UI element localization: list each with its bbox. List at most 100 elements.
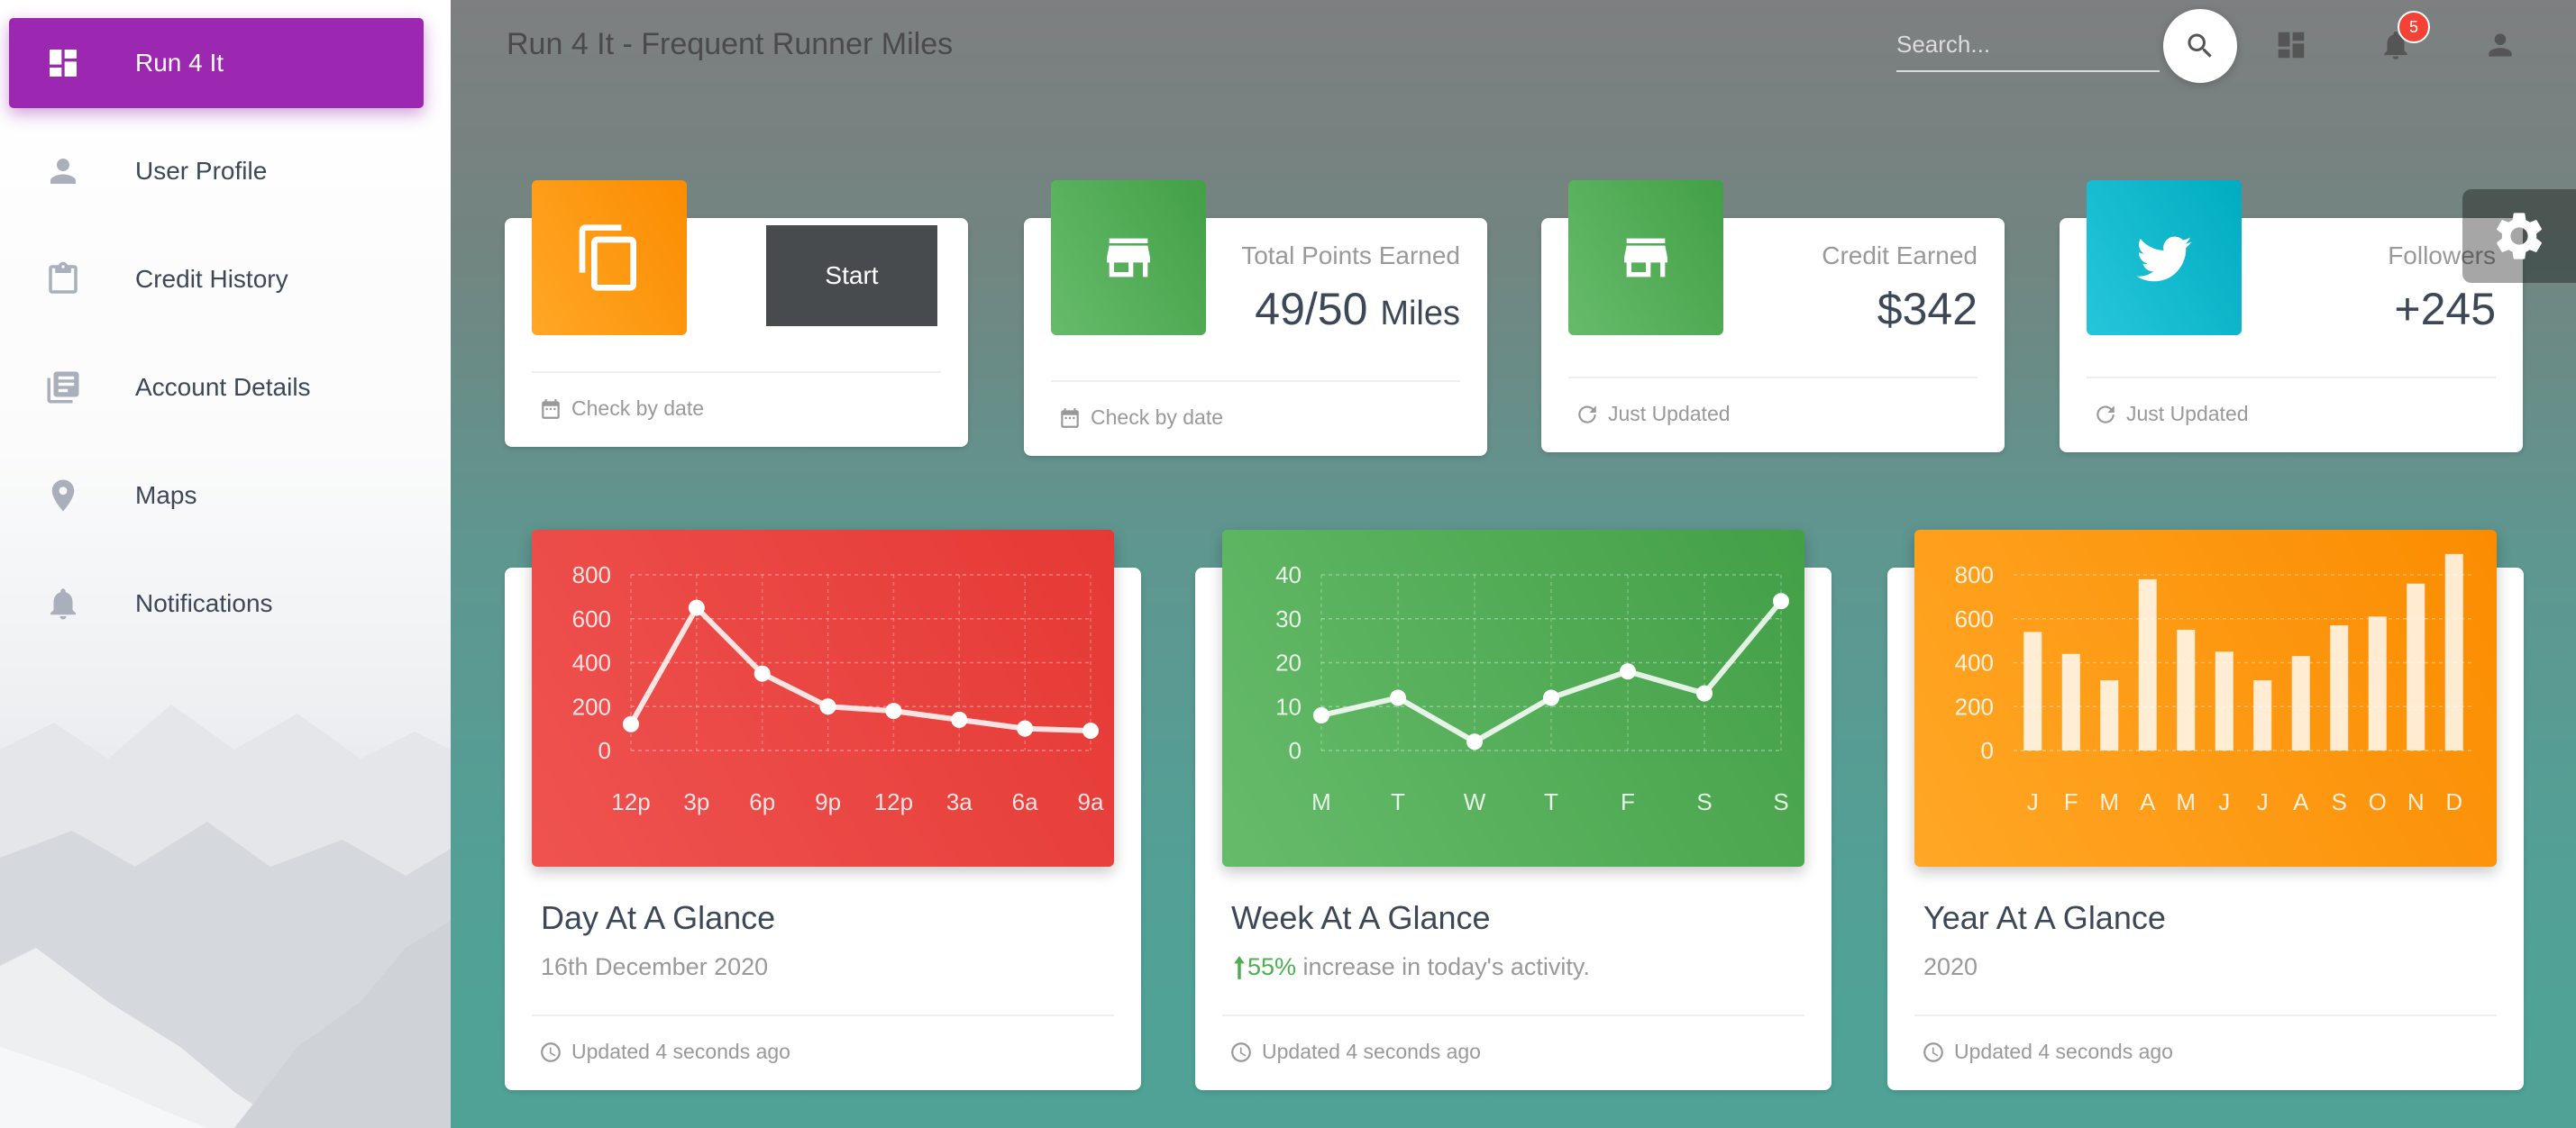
clipboard-icon bbox=[41, 258, 85, 301]
calendar-icon bbox=[542, 398, 560, 419]
data-point bbox=[1082, 723, 1099, 740]
bar bbox=[2253, 680, 2272, 750]
copy-icon bbox=[579, 224, 636, 291]
stat-footer: Just Updated bbox=[1576, 402, 1731, 426]
stat-footer-text: Just Updated bbox=[2126, 402, 2249, 425]
stat-icon-box bbox=[1051, 180, 1206, 335]
stat-category: Credit Earned bbox=[1822, 241, 1978, 269]
bar bbox=[2407, 583, 2425, 750]
clock-icon bbox=[1923, 1042, 1943, 1062]
notifications-button[interactable]: 5 bbox=[2374, 11, 2430, 67]
sidebar-item-label: Notifications bbox=[135, 589, 273, 617]
stat-card-credit: Credit Earned $342 Just Updated bbox=[1541, 180, 2005, 452]
stat-footer: Check by date bbox=[539, 396, 704, 421]
divider bbox=[1051, 380, 1460, 382]
location-pin-icon bbox=[41, 474, 85, 517]
clock-icon bbox=[541, 1042, 561, 1062]
x-tick-label: W bbox=[1464, 788, 1486, 815]
x-tick-label: S bbox=[2332, 788, 2347, 815]
stat-value: $342 bbox=[1877, 284, 1978, 334]
chart-header: 0 200 400 600 800 J F M A M J J A S O N D bbox=[1914, 530, 2497, 867]
y-tick-label: 200 bbox=[572, 693, 611, 720]
data-point bbox=[1313, 707, 1329, 723]
data-point bbox=[951, 711, 968, 728]
series-line bbox=[628, 605, 1092, 734]
arrow-up-icon bbox=[1234, 955, 1245, 979]
sidebar-item-label: User Profile bbox=[135, 157, 268, 185]
sidebar-item-maps[interactable]: Maps bbox=[9, 450, 424, 541]
notification-badge: 5 bbox=[2398, 11, 2430, 43]
sidebar-item-label: Run 4 It bbox=[135, 49, 224, 77]
search-input[interactable] bbox=[1896, 23, 2160, 65]
x-tick-label: 3p bbox=[683, 788, 709, 815]
bell-icon bbox=[41, 582, 85, 625]
chart-title: Year At A Glance bbox=[1923, 899, 2166, 936]
bar bbox=[2177, 629, 2196, 750]
stat-icon-box bbox=[532, 180, 687, 335]
sidebar-background-image bbox=[0, 705, 451, 1128]
chart-card-year: 0 200 400 600 800 J F M A M J J A S O N D Year At A Glan… bbox=[1887, 530, 2524, 1090]
data-point bbox=[1543, 689, 1559, 706]
year-chart: 0200400600800J F M A M J J A S O N D bbox=[1955, 553, 2473, 815]
twitter-icon bbox=[2136, 236, 2192, 282]
x-tick-label: A bbox=[2140, 788, 2156, 815]
y-tick-label: 0 bbox=[598, 737, 611, 764]
y-tick-label: 800 bbox=[572, 561, 611, 588]
y-tick-label: 400 bbox=[1955, 650, 1994, 677]
library-books-icon bbox=[41, 366, 85, 409]
bar bbox=[2291, 656, 2310, 750]
page-title: Run 4 It - Frequent Runner Miles bbox=[507, 27, 954, 61]
x-tick-label: M bbox=[2176, 788, 2196, 815]
chart-footer: Updated 4 seconds ago bbox=[1922, 1040, 2173, 1064]
data-point bbox=[688, 599, 705, 616]
divider bbox=[1222, 1014, 1804, 1016]
x-tick-label: N bbox=[2407, 788, 2425, 815]
sidebar-item-account-details[interactable]: Account Details bbox=[9, 342, 424, 432]
divider bbox=[1914, 1014, 2497, 1016]
chart-footer-text: Updated 4 seconds ago bbox=[1262, 1040, 1481, 1063]
x-tick-label: F bbox=[2064, 788, 2078, 815]
chart-subtitle: 16th December 2020 bbox=[541, 953, 769, 980]
bar bbox=[2100, 680, 2119, 750]
sidebar-item-credit-history[interactable]: Credit History bbox=[9, 234, 424, 324]
x-tick-label: T bbox=[1391, 788, 1405, 815]
stat-icon-box bbox=[1568, 180, 1723, 335]
chart-subtitle: 55% increase in today's activity. bbox=[1231, 953, 1590, 981]
person-icon bbox=[41, 150, 85, 193]
data-point bbox=[623, 715, 639, 732]
data-point bbox=[819, 698, 836, 715]
sidebar-item-notifications[interactable]: Notifications bbox=[9, 559, 424, 649]
stat-footer: Just Updated bbox=[2094, 402, 2249, 426]
settings-button[interactable] bbox=[2462, 189, 2576, 283]
profile-button[interactable] bbox=[2479, 23, 2522, 67]
search-button[interactable] bbox=[2163, 9, 2237, 83]
x-tick-label: 9a bbox=[1078, 788, 1104, 815]
main-panel: Run 4 It - Frequent Runner Miles 5 Start… bbox=[451, 0, 2576, 1128]
store-icon bbox=[1624, 238, 1667, 277]
sidebar-item-label: Maps bbox=[135, 481, 197, 509]
stat-card-points: Total Points Earned 49/50 Miles Check by… bbox=[1024, 180, 1487, 456]
x-tick-label: 12p bbox=[874, 788, 913, 815]
sidebar-item-run4it[interactable]: Run 4 It bbox=[9, 18, 424, 108]
x-tick-label: 3a bbox=[946, 788, 973, 815]
y-tick-label: 20 bbox=[1275, 650, 1302, 677]
data-point bbox=[1620, 663, 1636, 680]
chart-footer-text: Updated 4 seconds ago bbox=[571, 1040, 790, 1063]
stat-footer-text: Check by date bbox=[571, 396, 705, 420]
chart-title: Day At A Glance bbox=[541, 899, 776, 936]
stat-card-followers: Followers +245 Just Updated bbox=[2060, 180, 2523, 452]
sidebar-item-user-profile[interactable]: User Profile bbox=[9, 126, 424, 216]
stat-footer: Check by date bbox=[1058, 405, 1223, 430]
stat-value: 49/50 Miles bbox=[1255, 283, 1460, 335]
y-tick-label: 400 bbox=[572, 650, 611, 677]
dashboard-button[interactable] bbox=[2270, 23, 2313, 67]
sidebar-item-label: Account Details bbox=[135, 373, 311, 401]
start-button[interactable]: Start bbox=[766, 225, 937, 326]
stat-icon-box bbox=[2087, 180, 2242, 335]
chart-header: 0 200 400 600 800 12p 3p 6p 9p 12p 3a 6a 9a bbox=[532, 530, 1114, 867]
week-chart: 0 10 20 30 40 M T W T F S S bbox=[1275, 561, 1789, 815]
chart-card-week: 0 10 20 30 40 M T W T F S S Week At A Glance 55% in… bbox=[1195, 530, 1832, 1090]
y-tick-label: 30 bbox=[1275, 605, 1302, 632]
x-tick-label: A bbox=[2293, 788, 2309, 815]
sidebar: Run 4 It User Profile Credit History Acc… bbox=[0, 0, 451, 1128]
